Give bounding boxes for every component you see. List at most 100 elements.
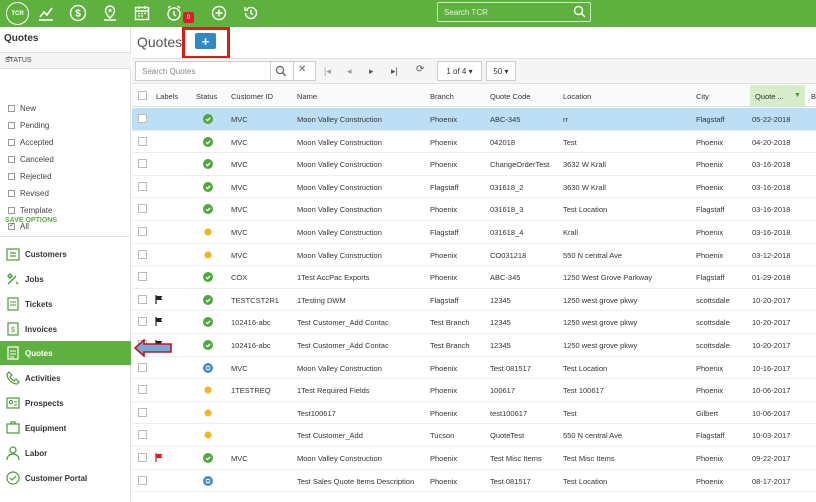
table-row[interactable]: MVC Moon Valley Construction Phoenix 031618… <box>132 198 816 221</box>
row-checkbox[interactable] <box>138 362 147 372</box>
column-header-1[interactable]: Status <box>196 92 217 101</box>
next-page-icon[interactable]: ▸ <box>369 66 374 77</box>
save-options-link[interactable]: SAVE OPTIONS <box>5 217 57 224</box>
add-quote-button[interactable]: + <box>195 33 216 49</box>
first-page-icon[interactable]: |◂ <box>324 66 331 77</box>
column-header-0[interactable]: Labels <box>156 92 178 101</box>
last-page-icon[interactable]: ▸| <box>391 66 398 77</box>
nav-item-customers[interactable]: Customers <box>0 242 131 266</box>
chart-icon[interactable] <box>37 4 55 22</box>
nav-item-customer-portal[interactable]: Customer Portal <box>0 466 131 490</box>
row-checkbox[interactable] <box>138 317 147 327</box>
page-selector[interactable]: 1 of 4 ▾ <box>437 61 482 81</box>
search-icon[interactable] <box>275 65 287 77</box>
column-header-6[interactable]: Location <box>563 92 591 101</box>
table-row[interactable]: 1TESTREQ 1Test Required Fields Phoenix 1006… <box>132 379 816 402</box>
nav-item-tickets[interactable]: Tickets <box>0 292 131 316</box>
dollar-icon[interactable]: $ <box>69 4 87 22</box>
app-logo[interactable]: TCR <box>6 2 29 25</box>
history-icon[interactable] <box>242 4 260 22</box>
nav-item-prospects[interactable]: Prospects <box>0 391 131 415</box>
row-checkbox[interactable] <box>138 453 147 462</box>
row-checkbox[interactable] <box>138 407 147 417</box>
status-green-icon <box>203 272 213 283</box>
row-checkbox[interactable] <box>138 272 147 282</box>
cell-quote-code: Test 081517 <box>490 363 531 373</box>
nav-item-equipment[interactable]: Equipment <box>0 416 131 440</box>
table-row[interactable]: Test Sales Quote Items Description Phoeni… <box>132 470 816 493</box>
column-header-9[interactable]: B <box>811 92 816 101</box>
table-row[interactable]: COX 1Test AccPac Exports Phoenix ABC-345 125… <box>132 266 816 289</box>
status-yellow-icon <box>204 409 212 417</box>
row-checkbox[interactable] <box>138 181 147 191</box>
cell-date: 05-22-2018 <box>752 115 791 124</box>
row-checkbox[interactable] <box>138 249 147 259</box>
status-checkbox[interactable] <box>8 189 15 197</box>
global-search-input[interactable] <box>444 5 569 19</box>
map-pin-icon[interactable] <box>101 4 119 22</box>
row-checkbox[interactable] <box>138 475 147 485</box>
status-checkbox[interactable] <box>8 172 15 180</box>
select-all-checkbox[interactable] <box>138 91 147 100</box>
page-size-selector[interactable]: 50 ▾ <box>486 61 516 81</box>
status-filter-template[interactable]: Template <box>8 204 52 216</box>
status-filter-accepted[interactable]: Accepted <box>8 136 53 148</box>
status-checkbox[interactable] <box>8 155 15 163</box>
table-row[interactable]: 102416-abc Test Customer_Add Contac Test B… <box>132 311 816 334</box>
alarm-clock-icon[interactable] <box>165 4 183 22</box>
table-row[interactable]: MVC Moon Valley Construction Phoenix ABC-34… <box>132 108 816 131</box>
nav-item-quotes[interactable]: Quotes <box>0 341 131 365</box>
column-header-4[interactable]: Branch <box>430 92 454 101</box>
table-row[interactable]: MVC Moon Valley Construction Phoenix Test 0… <box>132 357 816 380</box>
status-filter-revised[interactable]: Revised <box>8 187 49 199</box>
table-row[interactable]: TESTCST2R1 1Testing DWM Flagstaff 12345 1250… <box>132 289 816 312</box>
status-checkbox[interactable] <box>8 138 15 146</box>
table-row[interactable]: MVC Moon Valley Construction Flagstaff 0316… <box>132 176 816 199</box>
status-filter-canceled[interactable]: Canceled <box>8 153 54 165</box>
row-checkbox[interactable] <box>138 294 147 304</box>
calendar-icon[interactable] <box>133 4 151 22</box>
clear-search-icon[interactable]: ✕ <box>298 64 306 75</box>
table-row[interactable]: Test100617 Phoenix test100617 Test Gilbert 10… <box>132 402 816 425</box>
row-checkbox[interactable] <box>138 159 147 169</box>
refresh-icon[interactable]: ⟳ <box>416 64 424 75</box>
row-checkbox[interactable] <box>138 114 147 123</box>
table-row[interactable]: MVC Moon Valley Construction Phoenix Change… <box>132 153 816 176</box>
nav-item-invoices[interactable]: $ Invoices <box>0 317 131 341</box>
table-row[interactable]: Test Customer_Add Tucson QuoteTest 550 N ce… <box>132 424 816 447</box>
table-row[interactable]: MVC Moon Valley Construction Phoenix Test M… <box>132 447 816 470</box>
sort-descending-icon[interactable]: ▼ <box>794 92 801 99</box>
search-icon[interactable] <box>573 5 586 18</box>
cell-customer-id: MVC <box>231 205 248 215</box>
row-checkbox[interactable] <box>138 227 147 236</box>
status-green-icon <box>203 340 213 350</box>
cell-date: 08-17-2017 <box>752 476 791 486</box>
table-row[interactable]: MVC Moon Valley Construction Phoenix 042018… <box>132 131 816 154</box>
nav-item-labor[interactable]: Labor <box>0 441 131 465</box>
previous-page-icon[interactable]: ◂ <box>347 66 352 77</box>
table-row[interactable]: MVC Moon Valley Construction Flagstaff 0316… <box>132 221 816 244</box>
chevron-up-icon[interactable]: ⌃ <box>5 55 125 66</box>
row-checkbox[interactable] <box>138 204 147 214</box>
nav-item-jobs[interactable]: Jobs <box>0 267 131 291</box>
global-search[interactable] <box>437 2 591 22</box>
status-filter-rejected[interactable]: Rejected <box>8 170 52 182</box>
nav-item-activities[interactable]: Activities <box>0 366 131 390</box>
status-filter-pending[interactable]: Pending <box>8 119 49 131</box>
column-header-5[interactable]: Quote Code <box>490 92 530 101</box>
status-filter-new[interactable]: New <box>8 102 36 114</box>
add-circle-icon[interactable] <box>210 4 228 22</box>
quote-search-input[interactable] <box>142 65 267 77</box>
row-checkbox[interactable] <box>138 385 147 395</box>
status-checkbox[interactable] <box>8 104 15 112</box>
column-header-7[interactable]: City <box>696 92 709 101</box>
status-checkbox[interactable] <box>8 206 15 214</box>
row-checkbox[interactable] <box>138 136 147 146</box>
row-checkbox[interactable] <box>138 430 147 440</box>
table-row[interactable]: 102416-abc Test Customer_Add Contac Test B… <box>132 334 816 357</box>
column-header-3[interactable]: Name <box>297 92 317 101</box>
status-checkbox[interactable] <box>8 121 15 129</box>
table-row[interactable]: MVC Moon Valley Construction Phoenix CO0312… <box>132 244 816 267</box>
column-header-2[interactable]: Customer ID <box>231 92 273 101</box>
status-filter-header[interactable]: STATUS ⌃ <box>0 52 131 69</box>
